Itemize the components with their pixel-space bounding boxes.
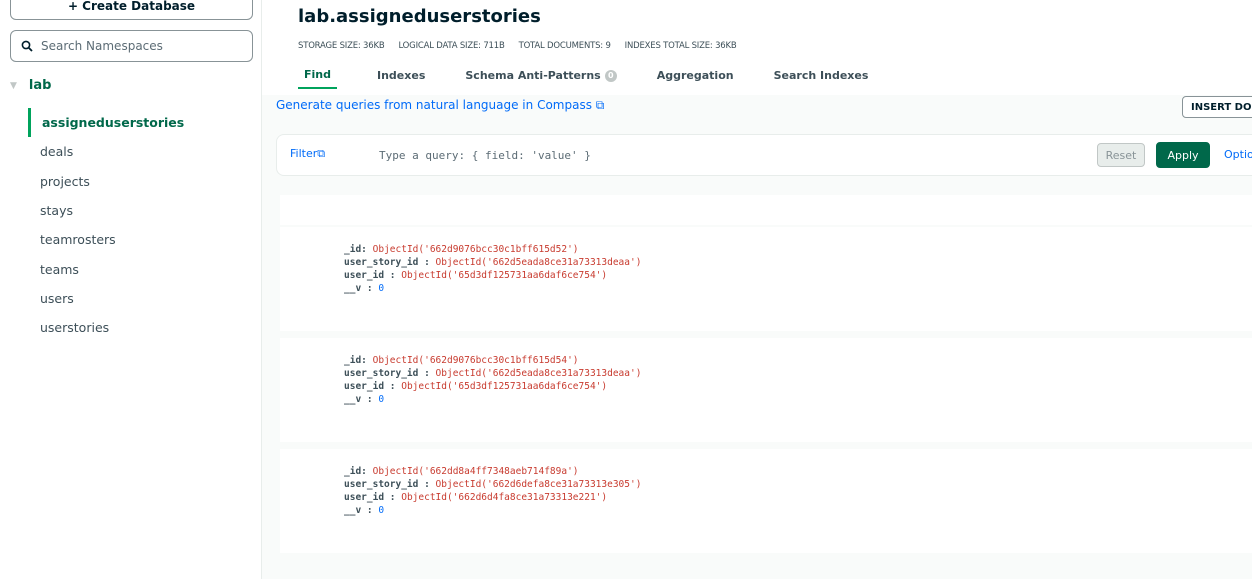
document-field: user_story_id : ObjectId('662d5eada8ce31… [344,367,641,380]
total-documents: TOTAL DOCUMENTS: 9 [518,41,611,51]
field-value[interactable]: ObjectId('662d6defa8ce31a73313e305') [436,479,642,490]
logical-data-size: LOGICAL DATA SIZE: 711B [398,41,505,51]
sidebar: + Create Database ▼ lab assigneduserstor… [0,0,262,579]
options-button[interactable]: Options [1224,148,1252,161]
sidebar-item-assigneduserstories[interactable]: assigneduserstories [28,108,262,138]
field-name: _id: [344,355,367,366]
document-field: user_story_id : ObjectId('662d5eada8ce31… [344,256,641,269]
create-database-button[interactable]: + Create Database [10,0,253,20]
namespace-search[interactable] [10,30,253,62]
field-name: user_story_id : [344,368,430,379]
tab-find[interactable]: Find [298,68,337,89]
caret-down-icon[interactable]: ▼ [10,81,17,91]
storage-size: STORAGE SIZE: 36KB [298,41,385,51]
field-name: __v : [344,505,373,516]
field-name: user_story_id : [344,257,430,268]
tab-search-indexes-label: Search Indexes [773,69,869,82]
field-name: __v : [344,394,373,405]
search-icon [21,37,33,56]
apply-button[interactable]: Apply [1156,142,1210,168]
sidebar-item-teams[interactable]: teams [28,254,262,283]
tab-indexes-label: Indexes [377,69,426,82]
search-input[interactable] [41,39,241,53]
document-field: __v : 0 [344,393,641,406]
document-card[interactable]: _id: ObjectId('662d9076bcc30c1bff615d54'… [280,338,1252,442]
document-body: _id: ObjectId('662d9076bcc30c1bff615d52'… [344,243,641,295]
nl-query-link-label: Generate queries from natural language i… [276,98,592,112]
document-field: user_id : ObjectId('65d3df125731aa6daf6c… [344,269,641,282]
field-name: user_id : [344,381,396,392]
sidebar-item-userstories[interactable]: userstories [28,313,262,342]
tab-indexes[interactable]: Indexes [377,68,425,89]
external-link-icon: ⧉ [595,98,605,112]
nl-query-link[interactable]: Generate queries from natural language i… [276,98,604,113]
page-title: lab.assigneduserstories [298,6,541,27]
document-field: __v : 0 [344,504,641,517]
tab-schema-label: Schema Anti-Patterns [465,69,601,82]
document-field: _id: ObjectId('662dd8a4ff7348aeb714f89a'… [344,465,641,478]
collection-list: assigneduserstories deals projects stays tea… [28,108,262,342]
tab-aggregation[interactable]: Aggregation [657,68,734,89]
field-name: __v : [344,283,373,294]
sidebar-item-stays[interactable]: stays [28,196,262,225]
reset-button[interactable]: Reset [1097,143,1145,167]
external-link-icon: ⧉ [317,147,326,160]
indexes-total-size: INDEXES TOTAL SIZE: 36KB [624,41,737,51]
collection-header: lab.assigneduserstories STORAGE SIZE: 36… [262,0,1252,95]
document-field: user_story_id : ObjectId('662d6defa8ce31… [344,478,641,491]
field-name: _id: [344,466,367,477]
field-value[interactable]: ObjectId('662d9076bcc30c1bff615d52') [373,244,579,255]
field-name: _id: [344,244,367,255]
field-value[interactable]: 0 [378,505,384,516]
field-value[interactable]: ObjectId('662d5eada8ce31a73313deaa') [436,368,642,379]
document-field: _id: ObjectId('662d9076bcc30c1bff615d52'… [344,243,641,256]
field-value[interactable]: ObjectId('662d6d4fa8ce31a73313e221') [401,492,607,503]
tab-find-label: Find [304,68,331,81]
field-value[interactable]: ObjectId('65d3df125731aa6daf6ce754') [401,270,607,281]
filter-bar: Filter⧉ Reset Apply Options [276,134,1252,176]
field-value[interactable]: ObjectId('662d5eada8ce31a73313deaa') [436,257,642,268]
collection-stats: STORAGE SIZE: 36KB LOGICAL DATA SIZE: 71… [298,41,737,51]
document-field: _id: ObjectId('662d9076bcc30c1bff615d54'… [344,354,641,367]
database-item-lab[interactable]: ▼ lab [10,78,51,93]
field-name: user_id : [344,492,396,503]
document-card[interactable]: _id: ObjectId('662d9076bcc30c1bff615d52'… [280,227,1252,331]
filter-label[interactable]: Filter⧉ [290,147,325,161]
tab-schema-anti-patterns[interactable]: Schema Anti-Patterns 0 [465,68,617,89]
tab-search-indexes[interactable]: Search Indexes [774,68,869,89]
document-body: _id: ObjectId('662d9076bcc30c1bff615d54'… [344,354,641,406]
document-field: user_id : ObjectId('65d3df125731aa6daf6c… [344,380,641,393]
document-field: user_id : ObjectId('662d6d4fa8ce31a73313… [344,491,641,504]
results-toolbar [280,195,1252,225]
field-value[interactable]: 0 [378,394,384,405]
filter-label-text: Filter [290,147,318,160]
field-value[interactable]: ObjectId('65d3df125731aa6daf6ce754') [401,381,607,392]
sidebar-item-users[interactable]: users [28,284,262,313]
count-badge: 0 [604,69,617,82]
document-field: __v : 0 [344,282,641,295]
sidebar-item-projects[interactable]: projects [28,167,262,196]
field-value[interactable]: 0 [378,283,384,294]
insert-document-button[interactable]: INSERT DOCUMENT [1182,96,1252,118]
main-panel: lab.assigneduserstories STORAGE SIZE: 36… [262,0,1252,579]
field-name: user_id : [344,270,396,281]
sidebar-item-deals[interactable]: deals [28,137,262,166]
field-name: user_story_id : [344,479,430,490]
database-name: lab [28,78,52,93]
field-value[interactable]: ObjectId('662dd8a4ff7348aeb714f89a') [373,466,579,477]
field-value[interactable]: ObjectId('662d9076bcc30c1bff615d54') [373,355,579,366]
document-body: _id: ObjectId('662dd8a4ff7348aeb714f89a'… [344,465,641,517]
document-card[interactable]: _id: ObjectId('662dd8a4ff7348aeb714f89a'… [280,449,1252,553]
filter-query-input[interactable] [379,143,1079,167]
collection-tabs: Find Indexes Schema Anti-Patterns 0 Aggr… [298,68,908,89]
compass-window: + Create Database ▼ lab assigneduserstor… [0,0,1252,579]
tab-aggregation-label: Aggregation [656,69,734,82]
sidebar-item-teamrosters[interactable]: teamrosters [28,225,262,254]
